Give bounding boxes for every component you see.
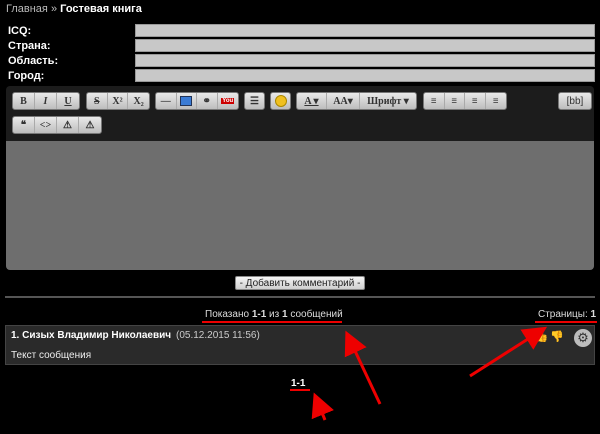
arrow-to-pages (469, 326, 548, 378)
annotation-arrows (311, 326, 548, 421)
arrow-to-shown (344, 330, 382, 405)
arrow-to-pager (311, 392, 334, 421)
